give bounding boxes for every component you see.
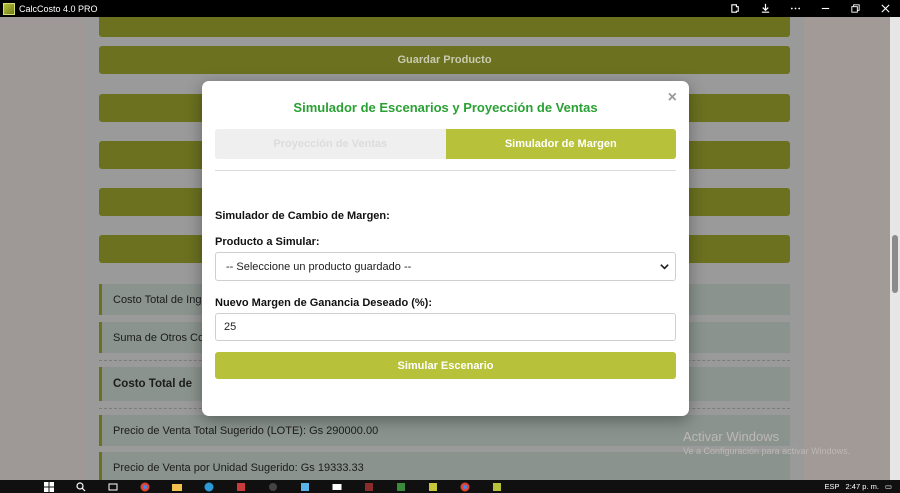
product-select[interactable]: -- Seleccione un producto guardado -- <box>215 252 676 281</box>
right-background <box>804 17 890 480</box>
price-unit-row: Precio de Venta por Unidad Sugerido: Gs … <box>99 452 790 480</box>
file-explorer-icon[interactable] <box>168 482 186 492</box>
save-product-button[interactable]: Guardar Producto <box>99 46 790 74</box>
chevron-down-icon <box>660 264 669 270</box>
system-tray: ESP 2:47 p. m. ▭ <box>825 480 892 493</box>
watermark-subtitle: Ve a Configuración para activar Windows. <box>683 446 851 456</box>
margin-input[interactable]: 25 <box>215 313 676 341</box>
app-icon-green[interactable] <box>392 482 410 492</box>
app-icon-maroon[interactable] <box>360 482 378 492</box>
search-icon[interactable] <box>72 481 90 492</box>
scrollbar-thumb[interactable] <box>892 235 898 293</box>
more-icon[interactable] <box>780 0 810 17</box>
language-indicator[interactable]: ESP <box>825 482 840 491</box>
task-view-icon[interactable] <box>104 482 122 492</box>
product-label: Producto a Simular: <box>215 236 320 248</box>
app-icon <box>3 2 15 15</box>
restore-icon[interactable] <box>840 0 870 17</box>
activation-watermark: Activar Windows Ve a Configuración para … <box>683 429 850 456</box>
price-unit-label: Precio de Venta por Unidad Sugerido: Gs … <box>113 461 364 474</box>
window-controls <box>720 0 900 17</box>
chrome-icon-2[interactable] <box>456 482 474 492</box>
download-icon[interactable] <box>750 0 780 17</box>
chrome-icon[interactable] <box>136 482 154 492</box>
calccosto-taskbar-icon[interactable] <box>488 482 506 492</box>
info-label: Costo Total de Ing <box>113 293 202 306</box>
taskbar: ESP 2:47 p. m. ▭ <box>0 480 900 493</box>
title-bar: CalcCosto 4.0 PRO <box>0 0 900 17</box>
notification-icon[interactable]: ▭ <box>885 482 892 491</box>
app-icon-yellow[interactable] <box>424 482 442 492</box>
windows-start-icon[interactable] <box>40 481 58 492</box>
tab-sales-projection[interactable]: Proyección de Ventas <box>215 129 446 159</box>
tab-margin-simulator[interactable]: Simulador de Margen <box>445 129 676 159</box>
left-background <box>0 17 86 480</box>
section-title: Simulador de Cambio de Margen: <box>215 210 390 222</box>
modal-title: Simulador de Escenarios y Proyección de … <box>293 100 598 115</box>
margin-label: Nuevo Margen de Ganancia Deseado (%): <box>215 297 432 309</box>
app-icon-red[interactable] <box>232 482 250 492</box>
close-window-icon[interactable] <box>870 0 900 17</box>
watermark-title: Activar Windows <box>683 429 780 444</box>
scenario-simulator-modal: × Simulador de Escenarios y Proyección d… <box>202 81 689 416</box>
app-icon-dark[interactable] <box>264 482 282 492</box>
modal-divider <box>215 170 676 171</box>
top-action-button[interactable] <box>99 17 790 37</box>
extensions-icon[interactable] <box>720 0 750 17</box>
clock[interactable]: 2:47 p. m. <box>846 482 879 491</box>
page-scrollbar[interactable] <box>890 17 900 480</box>
info-label: Suma de Otros Co <box>113 331 205 344</box>
info-label: Costo Total de <box>113 378 193 390</box>
margin-input-value: 25 <box>224 321 237 333</box>
window-title: CalcCosto 4.0 PRO <box>19 3 98 14</box>
simulate-scenario-button[interactable]: Simular Escenario <box>215 352 676 379</box>
product-select-value: -- Seleccione un producto guardado -- <box>226 260 412 273</box>
app-icon-blue[interactable] <box>296 482 314 492</box>
edge-icon[interactable] <box>200 482 218 492</box>
price-total-label: Precio de Venta Total Sugerido (LOTE): G… <box>113 424 379 437</box>
minimize-icon[interactable] <box>810 0 840 17</box>
mail-icon[interactable] <box>328 482 346 492</box>
modal-tabs: Proyección de Ventas Simulador de Margen <box>215 129 676 159</box>
